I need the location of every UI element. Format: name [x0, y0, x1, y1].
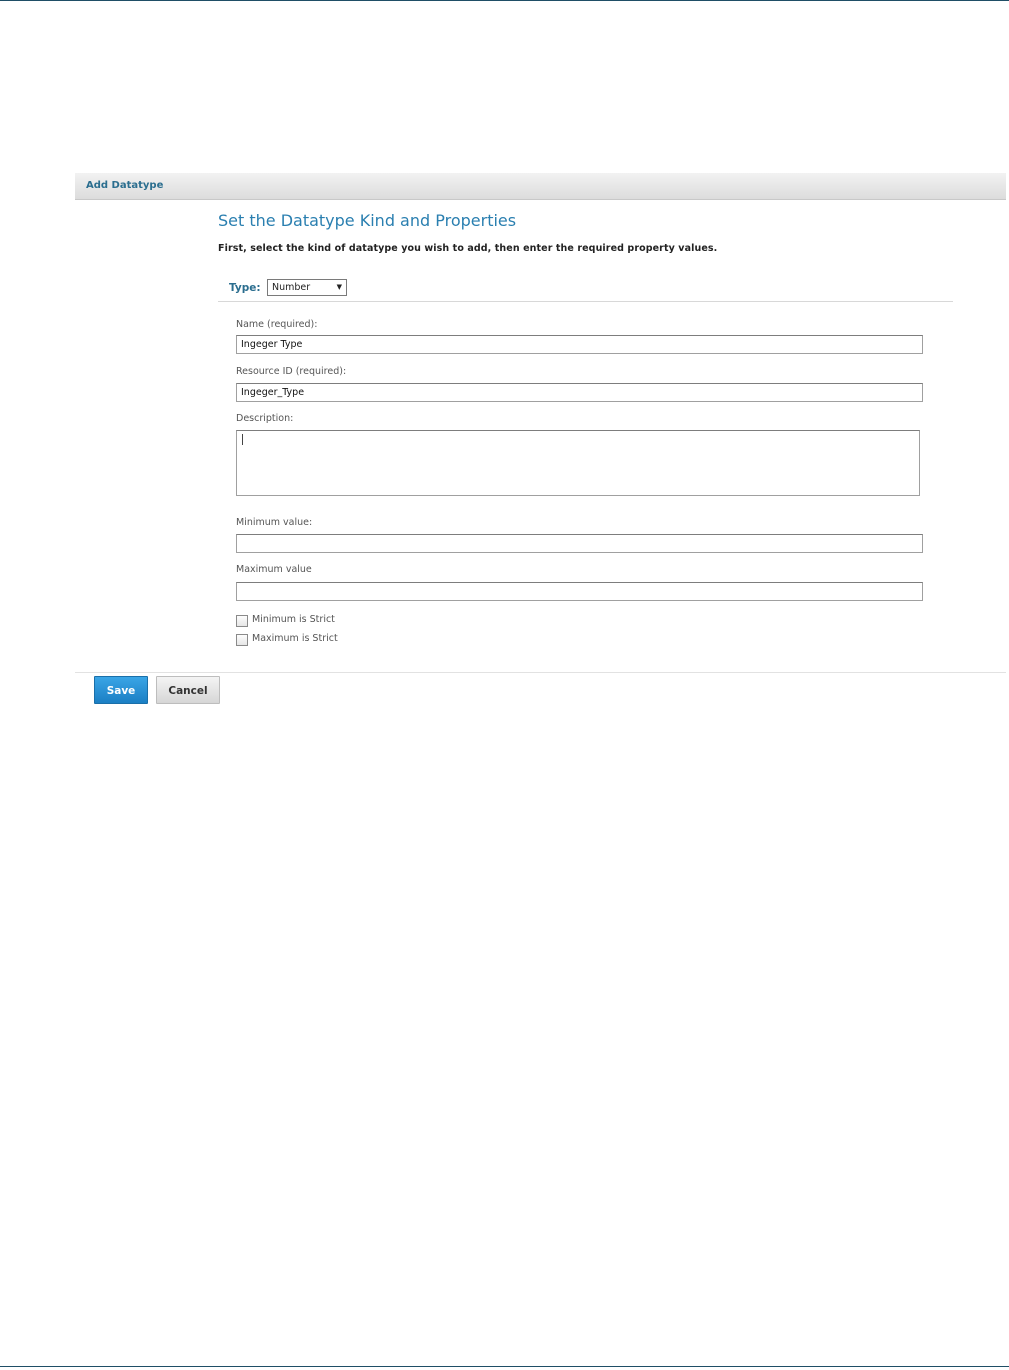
minimum-strict-label: Minimum is Strict	[252, 614, 335, 625]
instructions-text: First, select the kind of datatype you w…	[218, 243, 718, 254]
footer-divider	[75, 672, 1006, 673]
top-divider	[0, 0, 1009, 1]
panel-header: Add Datatype	[75, 173, 1006, 200]
type-row: Type: Number ▼	[218, 279, 953, 302]
maximum-value-label: Maximum value	[236, 564, 312, 575]
description-textarea[interactable]	[236, 430, 920, 496]
resource-id-label: Resource ID (required):	[236, 366, 347, 377]
minimum-value-input[interactable]	[236, 534, 923, 553]
chevron-down-icon: ▼	[336, 283, 342, 291]
resource-id-input[interactable]: Ingeger_Type	[236, 383, 923, 402]
type-select[interactable]: Number ▼	[267, 279, 347, 296]
minimum-strict-checkbox[interactable]	[236, 615, 248, 627]
type-select-value: Number	[272, 282, 311, 293]
name-label: Name (required):	[236, 319, 318, 330]
bottom-divider	[0, 1366, 1009, 1367]
cancel-button[interactable]: Cancel	[156, 676, 220, 704]
minimum-value-label: Minimum value:	[236, 517, 313, 528]
maximum-value-input[interactable]	[236, 582, 923, 601]
panel-title: Add Datatype	[86, 180, 164, 191]
maximum-strict-checkbox[interactable]	[236, 634, 248, 646]
section-title: Set the Datatype Kind and Properties	[218, 211, 517, 230]
maximum-strict-label: Maximum is Strict	[252, 633, 338, 644]
save-button[interactable]: Save	[94, 676, 148, 704]
text-caret	[242, 434, 243, 445]
description-label: Description:	[236, 413, 294, 424]
type-label: Type:	[229, 282, 261, 294]
page: Add Datatype Set the Datatype Kind and P…	[0, 0, 1009, 1370]
name-input[interactable]: Ingeger Type	[236, 335, 923, 354]
